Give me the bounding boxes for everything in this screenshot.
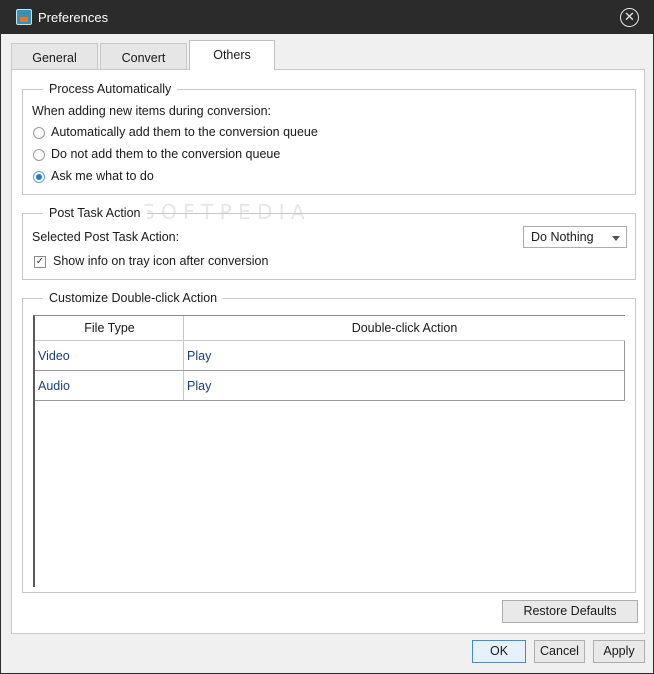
row-video-type[interactable]: Video — [35, 341, 184, 371]
post-task-group-legend: Post Task Action — [43, 206, 147, 220]
column-header-file-type[interactable]: File Type — [35, 316, 184, 341]
row-video-action[interactable]: Play — [184, 341, 625, 371]
cancel-button[interactable]: Cancel — [534, 640, 585, 663]
radio-auto-add[interactable] — [33, 127, 45, 139]
process-prompt-label: When adding new items during conversion: — [32, 104, 272, 118]
close-icon[interactable]: ✕ — [620, 8, 639, 27]
radio-do-not-add[interactable] — [33, 149, 45, 161]
title-bar: Preferences ✕ — [1, 1, 653, 34]
ok-button[interactable]: OK — [472, 640, 526, 663]
row-audio-type[interactable]: Audio — [35, 371, 184, 401]
post-task-dropdown-value: Do Nothing — [531, 230, 594, 244]
post-task-selected-label: Selected Post Task Action: — [32, 230, 180, 244]
post-task-dropdown[interactable]: Do Nothing — [523, 226, 627, 248]
tab-general[interactable]: General — [11, 43, 98, 71]
chevron-down-icon — [612, 236, 620, 241]
radio-ask-me-label[interactable]: Ask me what to do — [51, 169, 154, 183]
tab-others[interactable]: Others — [189, 40, 275, 70]
restore-defaults-button[interactable]: Restore Defaults — [502, 600, 638, 623]
process-automatically-group: Process Automatically When adding new it… — [22, 82, 636, 195]
double-click-group-legend: Customize Double-click Action — [43, 291, 224, 305]
post-task-action-group: Post Task Action Selected Post Task Acti… — [22, 206, 636, 280]
radio-auto-add-label[interactable]: Automatically add them to the conversion… — [51, 125, 318, 139]
tray-info-checkbox[interactable]: ✓ — [34, 256, 46, 268]
radio-do-not-add-label[interactable]: Do not add them to the conversion queue — [51, 147, 280, 161]
radio-ask-me[interactable] — [33, 171, 45, 183]
apply-button[interactable]: Apply — [593, 640, 645, 663]
others-tab-panel: S O F T P E D I A Process Automatically … — [11, 69, 645, 634]
column-header-double-click-action[interactable]: Double-click Action — [184, 316, 625, 341]
double-click-grid: File Type Double-click Action Video Play… — [33, 315, 625, 587]
window-title: Preferences — [38, 10, 109, 25]
tray-info-label[interactable]: Show info on tray icon after conversion — [53, 254, 268, 268]
app-logo-icon — [16, 9, 32, 25]
tab-convert[interactable]: Convert — [100, 43, 187, 71]
double-click-action-group: Customize Double-click Action File Type … — [22, 291, 636, 593]
process-group-legend: Process Automatically — [43, 82, 178, 96]
row-audio-action[interactable]: Play — [184, 371, 625, 401]
preferences-window: Preferences ✕ General Convert Others S O… — [0, 0, 654, 674]
